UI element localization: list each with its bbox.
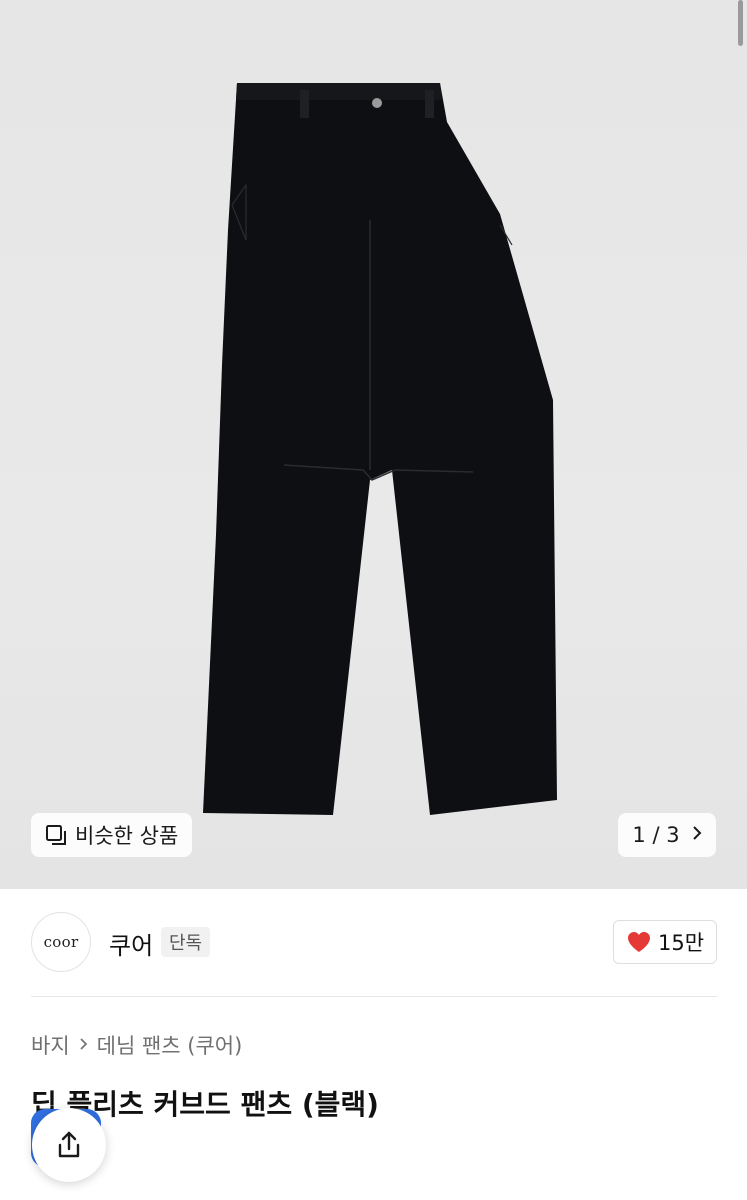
image-pager[interactable]: 1 / 3 <box>618 813 716 857</box>
divider <box>31 996 717 997</box>
similar-items-icon <box>45 824 67 846</box>
breadcrumb-category[interactable]: 바지 <box>31 1030 70 1060</box>
scrollbar[interactable] <box>738 0 743 46</box>
similar-items-button[interactable]: 비슷한 상품 <box>31 813 193 857</box>
similar-items-label: 비슷한 상품 <box>75 824 179 848</box>
breadcrumb-subcategory[interactable]: 데님 팬츠 (쿠어) <box>97 1030 243 1060</box>
brand-logo[interactable]: coor <box>31 912 91 972</box>
brand-row: coor 쿠어 단독 15만 <box>31 912 717 974</box>
brand-name[interactable]: 쿠어 <box>109 926 153 961</box>
share-icon <box>58 1131 80 1158</box>
chevron-right-icon <box>692 825 702 846</box>
breadcrumb: 바지 데님 팬츠 (쿠어) <box>31 1030 242 1060</box>
chevron-right-icon <box>79 1035 88 1056</box>
exclusive-badge: 단독 <box>161 927 211 957</box>
product-photo-pants <box>203 83 557 815</box>
share-button[interactable] <box>32 1108 106 1182</box>
pager-text: 1 / 3 <box>632 823 680 847</box>
like-count: 15만 <box>657 931 705 955</box>
product-image-area[interactable]: 비슷한 상품 1 / 3 <box>0 0 747 889</box>
heart-icon <box>627 932 650 952</box>
like-button[interactable]: 15만 <box>613 920 717 964</box>
